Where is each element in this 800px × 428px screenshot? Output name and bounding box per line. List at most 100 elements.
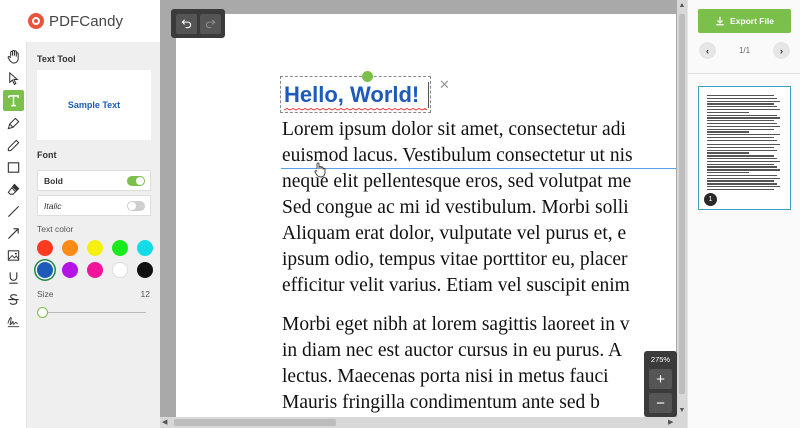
- zoom-controls: 275% + −: [644, 351, 677, 417]
- pencil-icon[interactable]: [3, 135, 24, 156]
- thumbnail-line: [707, 117, 780, 119]
- bold-option[interactable]: Bold: [37, 170, 151, 191]
- strikethrough-icon[interactable]: [3, 289, 24, 310]
- thumbnail-line: [707, 158, 777, 160]
- text-tool-panel: Text Tool Sample Text Font Bold Italic T…: [27, 42, 160, 428]
- line-icon[interactable]: [3, 201, 24, 222]
- color-swatch[interactable]: [137, 240, 153, 256]
- text-line: ipsum odio, tempus vitae porttitor eu, p…: [282, 249, 628, 270]
- export-label: Export File: [730, 16, 774, 26]
- thumbnail-line: [707, 146, 774, 149]
- zoom-level: 275%: [650, 355, 671, 364]
- tool-rail: [0, 42, 27, 428]
- thumbnail-page-number: 1: [704, 193, 717, 206]
- size-slider-knob[interactable]: [37, 307, 48, 318]
- color-swatch[interactable]: [62, 240, 78, 256]
- color-swatch[interactable]: [87, 240, 103, 256]
- inserted-text[interactable]: Hello, World!: [284, 82, 419, 108]
- panel-title: Text Tool: [37, 54, 76, 64]
- select-arrow-icon[interactable]: [3, 68, 24, 89]
- paragraph-2: Morbi eget nibh at lorem sagittis laoree…: [282, 312, 630, 416]
- vertical-scrollbar[interactable]: ▲ ▼: [677, 0, 687, 428]
- redo-button[interactable]: [199, 13, 221, 34]
- thumbnail-line: [707, 149, 777, 151]
- scroll-up-icon[interactable]: ▲: [677, 2, 687, 9]
- size-slider-track[interactable]: [42, 312, 146, 313]
- thumbnail-line: [707, 136, 774, 139]
- prev-page-button[interactable]: ‹: [699, 42, 716, 59]
- document-page[interactable]: ✕ Hello, World! Lorem ipsum dolor sit am…: [176, 14, 676, 417]
- italic-option[interactable]: Italic: [37, 195, 151, 216]
- color-swatch[interactable]: [137, 262, 153, 278]
- thumbnail-line: [707, 106, 777, 108]
- text-line: Sed congue ac mi id vestibulum. Morbi so…: [282, 197, 629, 218]
- text-tool-icon[interactable]: [3, 90, 24, 111]
- thumbnail-line: [707, 100, 780, 102]
- thumbnail-line: [707, 172, 749, 174]
- thumbnail-line: [707, 177, 780, 179]
- thumbnail-line: [707, 180, 774, 182]
- horizontal-scroll-thumb[interactable]: [174, 419, 336, 426]
- color-swatch[interactable]: [37, 240, 53, 256]
- page-navigator: 1/1 ‹ ›: [698, 41, 791, 61]
- spellcheck-underline: [284, 108, 427, 111]
- zoom-out-button[interactable]: −: [649, 393, 672, 413]
- bold-toggle[interactable]: [127, 176, 145, 186]
- move-handle[interactable]: [362, 71, 373, 82]
- thumbnail-text-lines: [707, 95, 783, 192]
- thumbnail-line: [707, 139, 777, 142]
- eraser-icon[interactable]: [3, 179, 24, 200]
- hand-cursor-icon: [314, 162, 326, 178]
- rectangle-icon[interactable]: [3, 157, 24, 178]
- undo-button[interactable]: [175, 13, 197, 34]
- thumbnail-line: [707, 108, 780, 111]
- document-canvas: ✕ Hello, World! Lorem ipsum dolor sit am…: [160, 0, 687, 428]
- highlighter-icon[interactable]: [3, 113, 24, 134]
- arrow-line-icon[interactable]: [3, 223, 24, 244]
- right-sidebar: Export File 1/1 ‹ › 1: [687, 0, 800, 428]
- thumbnail-line: [707, 103, 774, 105]
- signature-icon[interactable]: [3, 311, 24, 332]
- text-color-label: Text color: [37, 224, 74, 234]
- color-swatch[interactable]: [37, 262, 53, 278]
- next-page-button[interactable]: ›: [773, 42, 790, 59]
- color-swatch[interactable]: [87, 262, 103, 278]
- thumbnail-line: [707, 163, 774, 165]
- thumbnail-line: [707, 111, 749, 114]
- thumbnail-line: [707, 122, 777, 125]
- underline-icon[interactable]: [3, 267, 24, 288]
- vertical-scroll-thumb[interactable]: [679, 14, 685, 394]
- thumbnail-line: [707, 128, 774, 130]
- thumbnail-line: [707, 155, 774, 157]
- page-thumbnail[interactable]: 1: [698, 86, 791, 210]
- download-icon: [716, 16, 724, 26]
- toggle-knob: [128, 202, 136, 210]
- text-line: Morbi eget nibh at lorem sagittis laoree…: [282, 314, 630, 335]
- thumbnail-line: [707, 131, 749, 133]
- scroll-down-icon[interactable]: ▼: [677, 407, 687, 414]
- sample-preview: Sample Text: [37, 70, 151, 140]
- horizontal-scrollbar[interactable]: ◀ ▶: [160, 417, 687, 428]
- thumbnail-line: [707, 95, 774, 97]
- pdfcandy-logo-icon: [28, 13, 44, 29]
- bold-label: Bold: [44, 175, 63, 186]
- size-label: Size: [37, 289, 54, 299]
- hand-icon[interactable]: [3, 46, 24, 67]
- color-swatch[interactable]: [112, 262, 128, 278]
- italic-toggle[interactable]: [127, 201, 145, 211]
- image-icon[interactable]: [3, 245, 24, 266]
- brand-header: PDFCandy: [0, 0, 160, 42]
- color-swatch[interactable]: [112, 240, 128, 256]
- close-icon[interactable]: ✕: [439, 77, 450, 93]
- text-caret: [428, 82, 429, 108]
- scroll-right-icon[interactable]: ▶: [668, 418, 673, 426]
- color-swatch[interactable]: [62, 262, 78, 278]
- export-file-button[interactable]: Export File: [698, 9, 791, 33]
- pdf-editor-app: PDFCandy Text Tool Sample Text Font Bold…: [0, 0, 800, 428]
- scroll-left-icon[interactable]: ◀: [162, 418, 167, 426]
- thumbnail-line: [707, 97, 777, 100]
- thumbnail-line: [707, 144, 780, 146]
- text-line: lectus. Maecenas porta nisi in metus fau…: [282, 366, 609, 387]
- thumbnail-line: [707, 183, 777, 185]
- zoom-in-button[interactable]: +: [649, 369, 672, 389]
